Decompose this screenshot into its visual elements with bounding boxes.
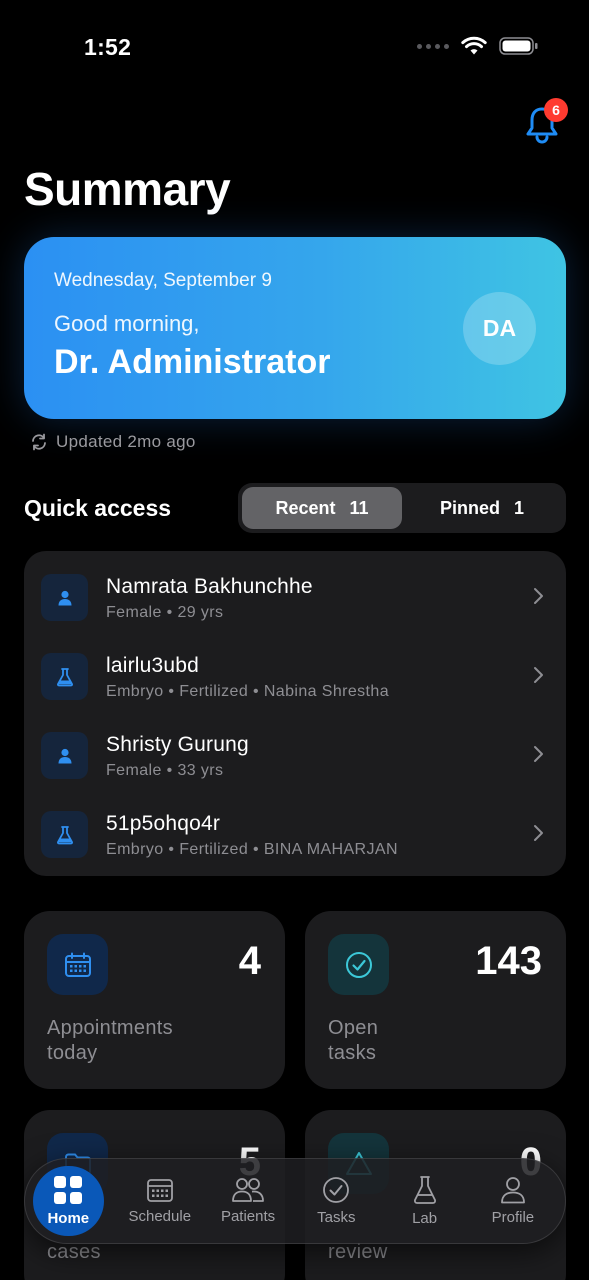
tab-recent-label: Recent	[275, 497, 336, 518]
stat-label: Appointments today	[47, 1016, 173, 1066]
battery-icon	[499, 37, 538, 55]
signal-icon	[417, 43, 449, 49]
tab-recent[interactable]: Recent 11	[242, 487, 402, 529]
greeting-date: Wednesday, September 9	[54, 270, 272, 291]
list-item[interactable]: Namrata Bakhunchhe Female • 29 yrs	[24, 555, 566, 634]
stat-label-line2: review	[328, 1241, 388, 1263]
stat-label-line1: Open	[328, 1017, 379, 1039]
tab-pinned-count: 1	[514, 497, 525, 518]
list-item-title: lairlu3ubd	[106, 654, 200, 677]
calendar-icon	[47, 934, 108, 995]
chevron-right-icon	[534, 667, 543, 683]
tab-home-label: Home	[47, 1210, 90, 1227]
list-item-subtitle: Embryo • Fertilized • BINA MAHARJAN	[106, 841, 398, 858]
grid-icon	[54, 1176, 83, 1204]
stat-card-open-tasks[interactable]: 143 Open tasks	[305, 911, 566, 1089]
avatar-initials: DA	[482, 315, 517, 341]
tab-patients-label: Patients	[220, 1208, 276, 1225]
notification-badge: 6	[544, 98, 568, 122]
list-item[interactable]: 51p5ohqo4r Embryo • Fertilized • BINA MA…	[24, 792, 566, 871]
stat-label-line1: Appointments	[47, 1017, 173, 1039]
check-circle-icon	[323, 1177, 350, 1203]
flask-icon	[41, 653, 88, 700]
tab-tasks[interactable]: Tasks	[292, 1166, 380, 1236]
list-item-subtitle: Female • 33 yrs	[106, 762, 224, 779]
tab-schedule-label: Schedule	[128, 1208, 192, 1225]
list-item-subtitle: Female • 29 yrs	[106, 604, 224, 621]
quick-access-list: Namrata Bakhunchhe Female • 29 yrs lairl…	[24, 551, 566, 876]
tab-home[interactable]: Home	[33, 1166, 104, 1236]
list-item-subtitle: Embryo • Fertilized • Nabina Shrestha	[106, 683, 390, 700]
list-item[interactable]: lairlu3ubd Embryo • Fertilized • Nabina …	[24, 634, 566, 713]
list-item-title: 51p5ohqo4r	[106, 812, 221, 835]
person-icon	[41, 574, 88, 621]
calendar-icon	[146, 1179, 173, 1202]
tab-pinned-label: Pinned	[439, 497, 500, 518]
tab-profile[interactable]: Profile	[469, 1166, 557, 1236]
stat-label: Open tasks	[328, 1016, 378, 1066]
stat-label-line2: cases	[47, 1241, 101, 1263]
stat-card-appointments[interactable]: 4 Appointments today	[24, 911, 285, 1089]
greeting-name: Dr. Administrator	[54, 343, 331, 381]
list-item-title: Namrata Bakhunchhe	[106, 575, 313, 598]
quick-access-segmented-control: Recent 11 Pinned 1	[238, 483, 566, 533]
person-icon	[41, 732, 88, 779]
tab-lab-label: Lab	[412, 1210, 438, 1227]
greeting-card: Wednesday, September 9 Good morning, Dr.…	[24, 237, 566, 419]
avatar[interactable]: DA	[463, 292, 536, 365]
stat-value: 143	[475, 939, 542, 983]
greeting-hello: Good morning,	[54, 311, 200, 336]
check-circle-icon	[328, 934, 389, 995]
status-bar: 1:52	[0, 0, 589, 96]
list-item-title: Shristy Gurung	[106, 733, 249, 756]
page-title: Summary	[24, 163, 231, 215]
flask-icon	[413, 1176, 436, 1204]
users-icon	[232, 1178, 264, 1202]
wifi-icon	[461, 36, 487, 55]
tab-profile-label: Profile	[491, 1209, 535, 1226]
tab-lab[interactable]: Lab	[380, 1166, 468, 1236]
tab-schedule[interactable]: Schedule	[116, 1166, 204, 1236]
updated-label: Updated 2mo ago	[56, 432, 196, 451]
chevron-right-icon	[534, 825, 543, 841]
tab-tasks-label: Tasks	[317, 1209, 356, 1226]
tab-bar: Home Schedule Patients Tasks Lab Profile	[24, 1158, 566, 1244]
quick-access-title: Quick access	[24, 495, 172, 521]
status-time: 1:52	[84, 34, 132, 60]
refresh-icon	[32, 433, 46, 451]
chevron-right-icon	[534, 746, 543, 762]
status-icons	[417, 36, 539, 56]
updated-status: Updated 2mo ago	[30, 432, 196, 452]
list-item[interactable]: Shristy Gurung Female • 33 yrs	[24, 713, 566, 792]
stat-label-line2: today	[47, 1042, 98, 1064]
stat-value: 4	[238, 939, 261, 983]
tab-pinned[interactable]: Pinned 1	[402, 487, 562, 529]
chevron-right-icon	[534, 588, 543, 604]
flask-icon	[41, 811, 88, 858]
tab-patients[interactable]: Patients	[204, 1166, 292, 1236]
stat-label-line2: tasks	[328, 1042, 377, 1064]
tab-recent-count: 11	[349, 497, 369, 518]
user-icon	[500, 1177, 525, 1204]
